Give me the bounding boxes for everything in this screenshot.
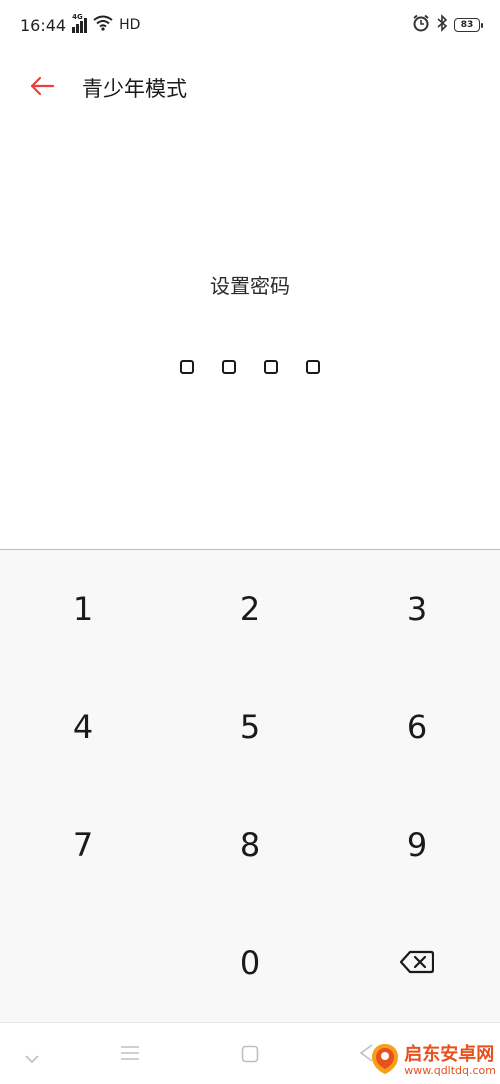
menu-icon[interactable]: [120, 1045, 140, 1065]
watermark-name: 启东安卓网: [404, 1043, 495, 1065]
key-3[interactable]: 3: [334, 550, 500, 668]
numeric-keypad: 1 2 3 4 5 6 7 8 9 0: [0, 549, 500, 1022]
watermark-url: www.qdltdq.com: [404, 1063, 496, 1077]
watermark-text: 启东安卓网 www.qdltdq.com: [404, 1043, 496, 1077]
key-8[interactable]: 8: [167, 786, 333, 904]
cellular-signal-icon: 4G: [72, 13, 88, 33]
password-label: 设置密码: [210, 274, 290, 298]
password-digit-slot: [264, 360, 278, 374]
bluetooth-icon: [436, 14, 448, 36]
app-header: 青少年模式: [0, 60, 500, 116]
key-0[interactable]: 0: [167, 904, 333, 1022]
status-left: 16:44 4G HD: [20, 13, 141, 35]
status-time: 16:44: [20, 15, 67, 35]
key-9[interactable]: 9: [334, 786, 500, 904]
key-1[interactable]: 1: [0, 550, 166, 668]
alarm-icon: [412, 14, 430, 36]
back-button[interactable]: [12, 60, 72, 116]
hide-keyboard-icon[interactable]: [24, 1049, 40, 1068]
key-7[interactable]: 7: [0, 786, 166, 904]
password-input[interactable]: [0, 360, 500, 374]
watermark-logo-icon: [370, 1042, 400, 1080]
key-6[interactable]: 6: [334, 668, 500, 786]
backspace-key[interactable]: [334, 904, 500, 1022]
key-5[interactable]: 5: [167, 668, 333, 786]
wifi-icon: [93, 15, 113, 35]
status-bar: 16:44 4G HD 83: [0, 0, 500, 50]
watermark: 启东安卓网 www.qdltdq.com: [370, 1042, 496, 1080]
password-digit-slot: [180, 360, 194, 374]
backspace-icon: [399, 944, 435, 982]
status-right: 83: [412, 14, 483, 36]
password-digit-slot: [222, 360, 236, 374]
page-title: 青少年模式: [82, 77, 187, 101]
hd-indicator: HD: [119, 17, 141, 33]
battery-icon: 83: [454, 18, 483, 32]
back-arrow-icon: [29, 76, 55, 100]
home-icon[interactable]: [241, 1045, 259, 1067]
system-nav-bar: 启东安卓网 www.qdltdq.com: [0, 1022, 500, 1084]
password-digit-slot: [306, 360, 320, 374]
battery-level: 83: [460, 20, 474, 30]
key-4[interactable]: 4: [0, 668, 166, 786]
network-type: 4G: [72, 13, 83, 21]
key-2[interactable]: 2: [167, 550, 333, 668]
